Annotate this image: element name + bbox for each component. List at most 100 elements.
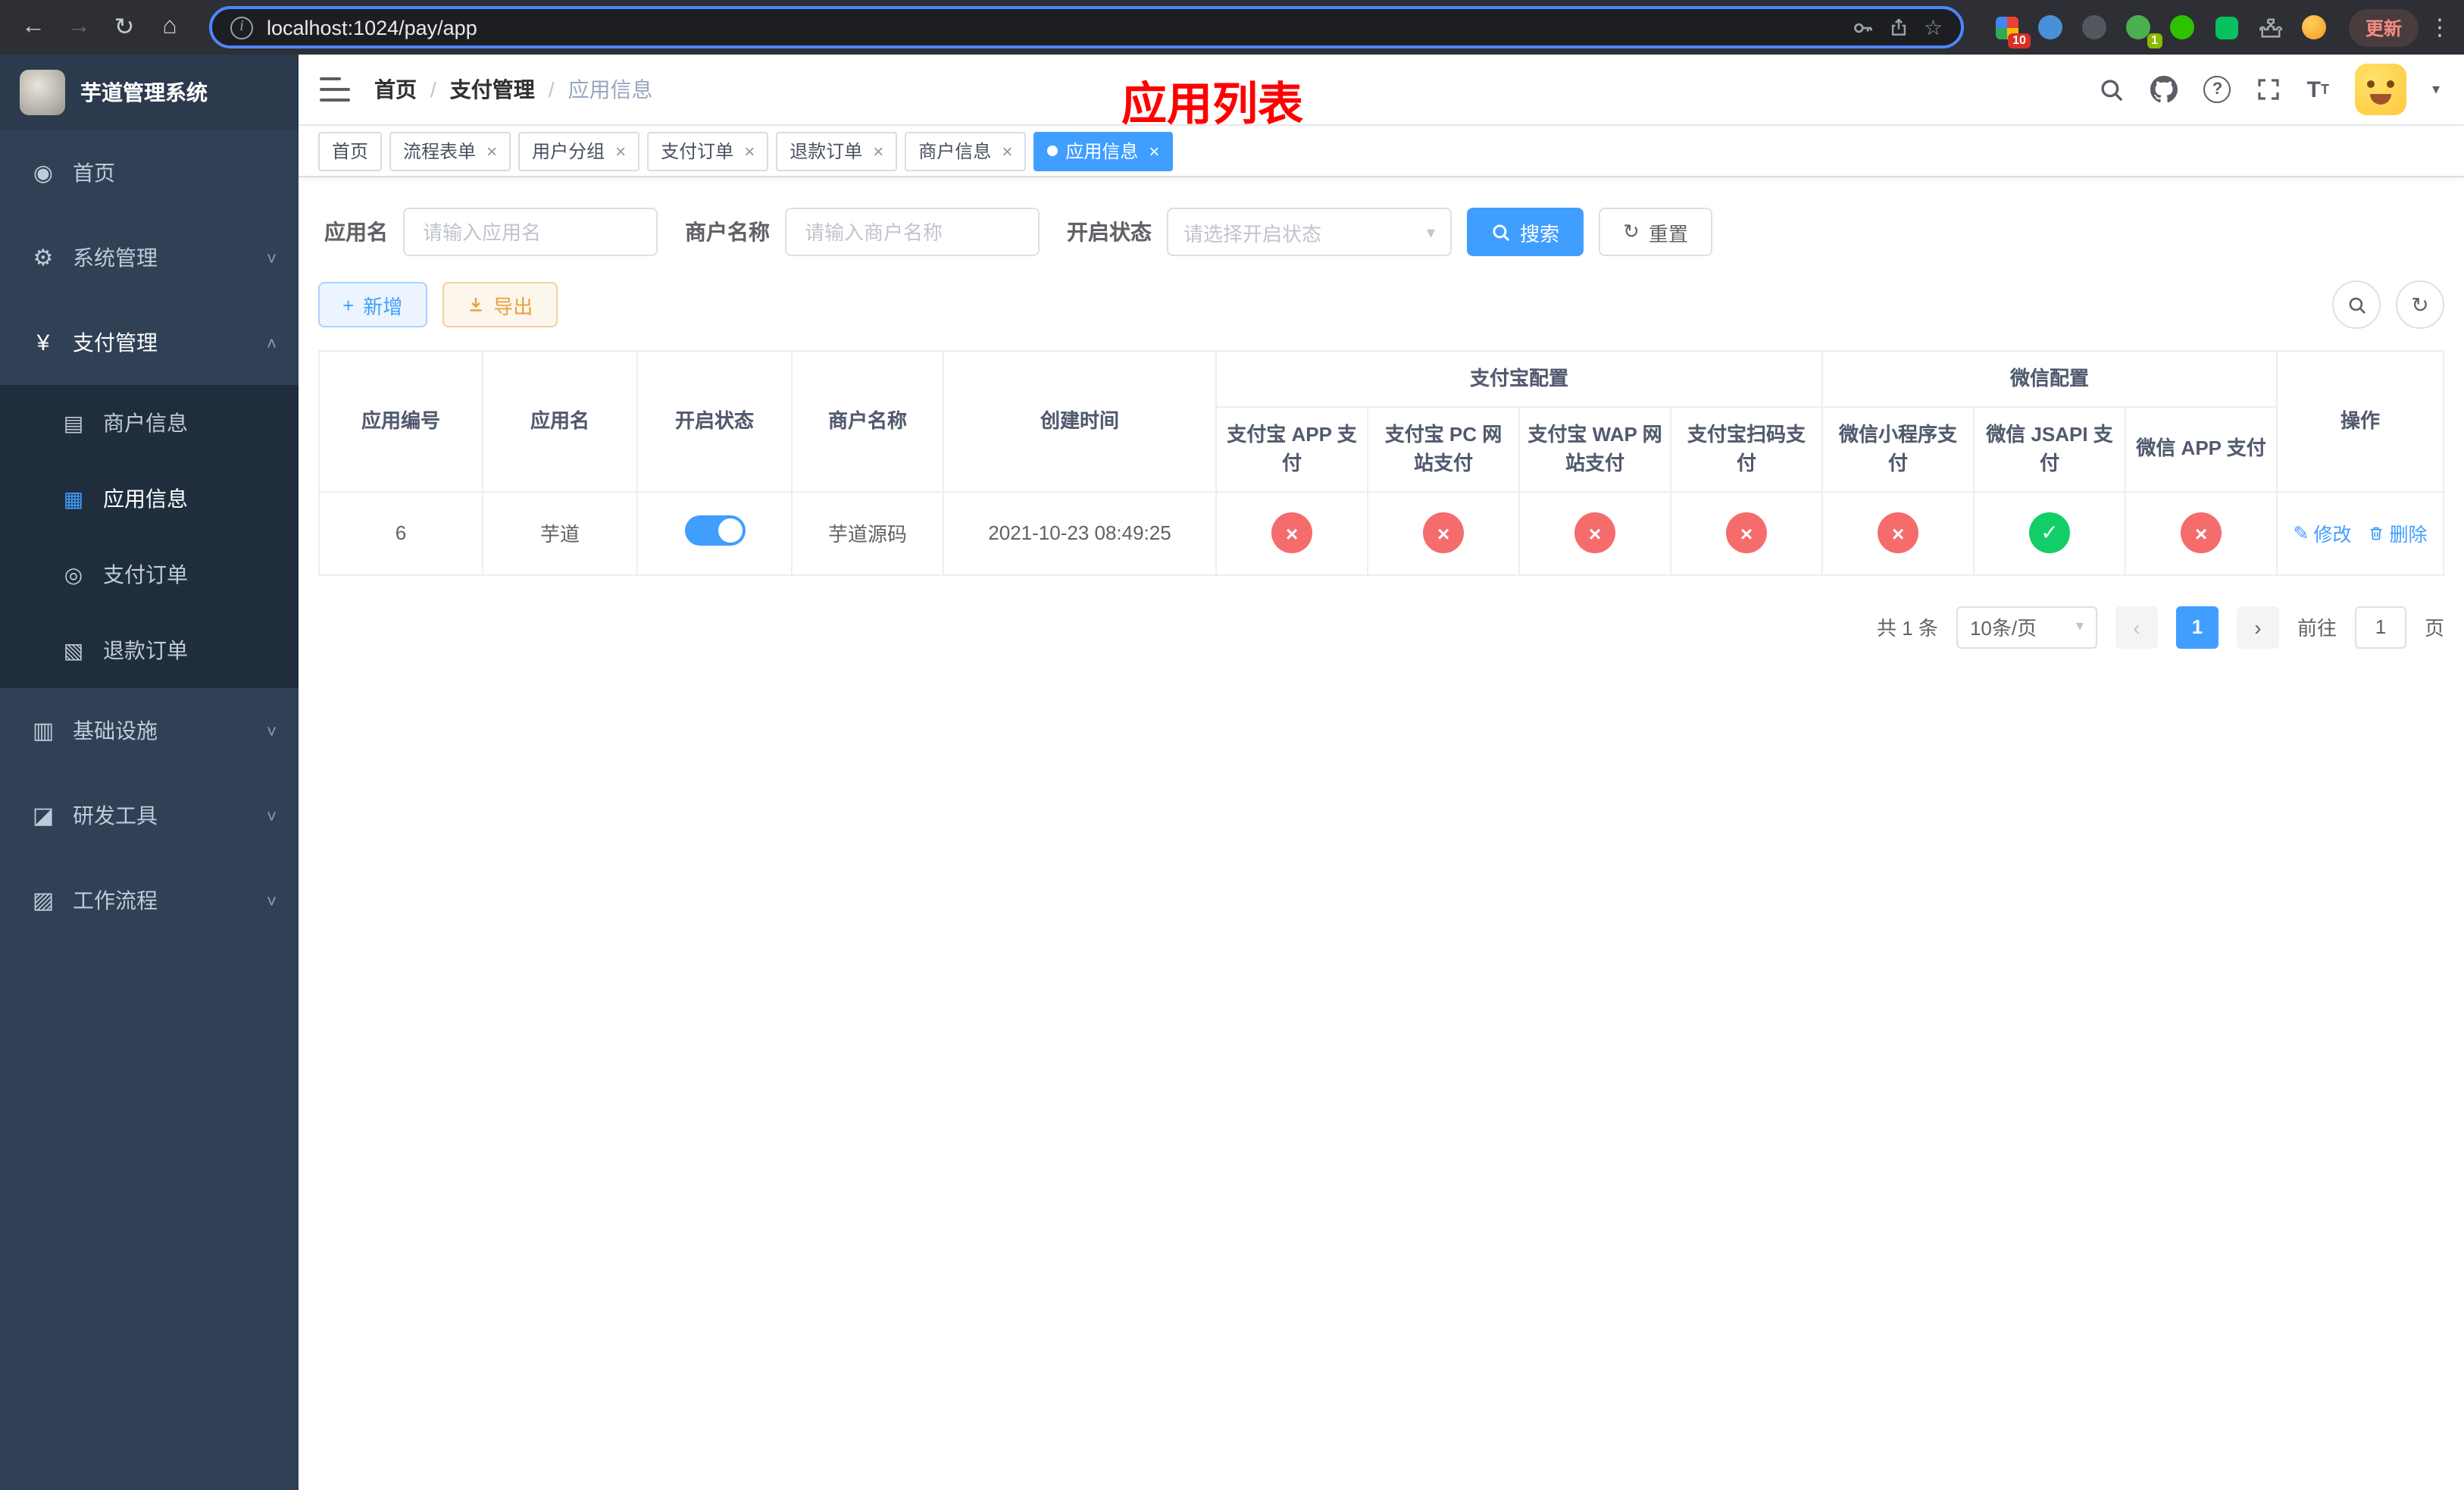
- extension-blue-icon[interactable]: [2038, 14, 2064, 40]
- refund-icon: ▧: [63, 637, 84, 662]
- reset-button[interactable]: ↻ 重置: [1599, 208, 1712, 256]
- close-icon[interactable]: ×: [615, 140, 626, 161]
- extensions-puzzle-icon[interactable]: [2258, 14, 2284, 40]
- sidebar-item-label: 首页: [73, 161, 115, 185]
- toolbox-icon: ◪: [32, 803, 55, 829]
- bookmark-star-icon[interactable]: ☆: [1924, 14, 1943, 40]
- search-icon[interactable]: [2100, 77, 2125, 102]
- chevron-down-icon: >: [262, 252, 283, 263]
- sidebar-item-merchant-info[interactable]: ▤ 商户信息: [0, 385, 299, 461]
- user-avatar[interactable]: [2354, 64, 2406, 115]
- close-icon[interactable]: ×: [1149, 140, 1159, 161]
- sidebar-item-label: 研发工具: [73, 803, 158, 828]
- password-key-icon[interactable]: [1853, 16, 1875, 39]
- status-select[interactable]: 请选择开启状态 ▾: [1167, 208, 1452, 256]
- page-content: 应用名 商户名称 开启状态 请选择开启状态 ▾ 搜索 ↻ 重: [299, 177, 2464, 1490]
- sidebar-item-pay-orders[interactable]: ◎ 支付订单: [0, 537, 299, 612]
- breadcrumb-home[interactable]: 首页: [374, 74, 417, 105]
- font-size-icon[interactable]: TT: [2307, 78, 2329, 101]
- tab-app-info[interactable]: 应用信息 ×: [1033, 131, 1174, 171]
- user-menu-caret-icon[interactable]: ▾: [2432, 81, 2440, 98]
- close-icon[interactable]: ×: [744, 140, 755, 161]
- browser-forward-button[interactable]: →: [58, 6, 100, 49]
- delete-link[interactable]: 删除: [2367, 518, 2428, 547]
- tab-pay-orders[interactable]: 支付订单 ×: [647, 131, 769, 171]
- help-icon[interactable]: ?: [2203, 76, 2231, 103]
- show-search-toggle-button[interactable]: [2332, 280, 2381, 329]
- browser-back-button[interactable]: ←: [12, 6, 55, 49]
- extension-dark-icon[interactable]: [2082, 14, 2108, 40]
- merchant-name-input[interactable]: [785, 208, 1040, 256]
- sidebar-item-label: 系统管理: [73, 246, 158, 270]
- site-info-icon[interactable]: i: [230, 16, 253, 39]
- close-icon[interactable]: ×: [873, 140, 883, 161]
- add-button-label: 新增: [363, 295, 403, 318]
- tab-label: 支付订单: [661, 141, 734, 162]
- prev-page-button[interactable]: ‹: [2115, 606, 2158, 648]
- breadcrumb-payment[interactable]: 支付管理: [450, 74, 535, 105]
- monitor-icon: ▥: [32, 718, 55, 744]
- browser-refresh-button[interactable]: ↻: [103, 6, 145, 49]
- sidebar-item-refund-orders[interactable]: ▧ 退款订单: [0, 612, 299, 688]
- sidebar-item-infrastructure[interactable]: ▥ 基础设施 >: [0, 688, 299, 773]
- sidebar-collapse-icon[interactable]: [320, 77, 350, 102]
- top-navbar: 首页 / 支付管理 / 应用信息 ? T T ▾: [299, 55, 2464, 126]
- sidebar-item-home[interactable]: ◉ 首页: [0, 130, 299, 215]
- reset-button-label: 重置: [1648, 222, 1688, 245]
- address-bar[interactable]: i localhost:1024/pay/app ☆: [209, 6, 1964, 49]
- status-toggle[interactable]: [684, 515, 745, 546]
- share-icon[interactable]: [1889, 17, 1910, 38]
- browser-home-button[interactable]: ⌂: [149, 6, 191, 49]
- extension-green-square-icon[interactable]: [2214, 14, 2240, 40]
- status-check-icon: ✓: [2029, 512, 2071, 553]
- tab-label: 用户分组: [532, 141, 605, 162]
- sidebar-item-payment[interactable]: ¥ 支付管理 >: [0, 300, 299, 385]
- plus-icon: +: [342, 293, 355, 316]
- app-name-input[interactable]: [403, 208, 658, 256]
- col-status: 开启状态: [636, 350, 793, 492]
- refresh-table-button[interactable]: ↻: [2396, 280, 2444, 329]
- app-logo-row[interactable]: 芋道管理系统: [0, 55, 299, 130]
- tab-home[interactable]: 首页: [318, 131, 383, 171]
- workflow-icon: ▨: [32, 888, 55, 914]
- browser-menu-icon[interactable]: ⋮: [2428, 14, 2452, 41]
- close-icon[interactable]: ×: [486, 140, 497, 161]
- sidebar-item-app-info[interactable]: ▦ 应用信息: [0, 461, 299, 537]
- tab-merchant-info[interactable]: 商户信息 ×: [905, 131, 1027, 171]
- export-button[interactable]: 导出: [442, 282, 558, 327]
- card-icon: ▤: [63, 410, 84, 434]
- extension-emoji-icon[interactable]: [2302, 14, 2328, 40]
- next-page-button[interactable]: ›: [2236, 606, 2279, 648]
- search-button[interactable]: 搜索: [1467, 208, 1584, 256]
- status-cross-icon: ×: [1271, 512, 1312, 553]
- tab-refund-orders[interactable]: 退款订单 ×: [776, 131, 898, 171]
- col-actions: 操作: [2276, 350, 2444, 492]
- current-page-button[interactable]: 1: [2175, 606, 2219, 648]
- col-app-id: 应用编号: [318, 350, 483, 492]
- github-icon[interactable]: [2150, 76, 2178, 103]
- add-button[interactable]: + 新增: [318, 282, 427, 327]
- extension-wechat-icon[interactable]: [2170, 14, 2196, 40]
- url-text[interactable]: localhost:1024/pay/app: [267, 16, 1839, 39]
- active-dot: [1047, 146, 1058, 156]
- payment-submenu: ▤ 商户信息 ▦ 应用信息 ◎ 支付订单 ▧ 退款订单: [0, 385, 299, 688]
- grid-icon: ▦: [63, 486, 84, 510]
- sidebar-item-dev-tools[interactable]: ◪ 研发工具 >: [0, 773, 299, 858]
- tab-process-form[interactable]: 流程表单 ×: [389, 131, 511, 171]
- fullscreen-icon[interactable]: [2257, 77, 2281, 102]
- page-size-select[interactable]: 10条/页 ▾: [1956, 606, 2097, 648]
- col-wx-app: 微信 APP 支付: [2125, 405, 2278, 492]
- goto-page-input[interactable]: [2354, 606, 2406, 648]
- extension-grid-icon[interactable]: 10: [1994, 14, 2031, 48]
- breadcrumb-separator: /: [548, 77, 555, 102]
- edit-link[interactable]: ✎ 修改: [2294, 518, 2352, 547]
- sidebar-item-workflow[interactable]: ▨ 工作流程 >: [0, 858, 299, 943]
- browser-update-button[interactable]: 更新: [2348, 8, 2419, 46]
- sidebar-item-system[interactable]: ⚙ 系统管理 >: [0, 215, 299, 300]
- tab-user-group[interactable]: 用户分组 ×: [518, 131, 640, 171]
- extension-green-avatar-icon[interactable]: 1: [2126, 14, 2162, 48]
- pencil-icon: ✎: [2293, 523, 2309, 544]
- col-alipay-qr: 支付宝扫码支付: [1669, 405, 1824, 492]
- close-icon[interactable]: ×: [1002, 140, 1012, 161]
- sidebar-item-label: 退款订单: [103, 638, 188, 662]
